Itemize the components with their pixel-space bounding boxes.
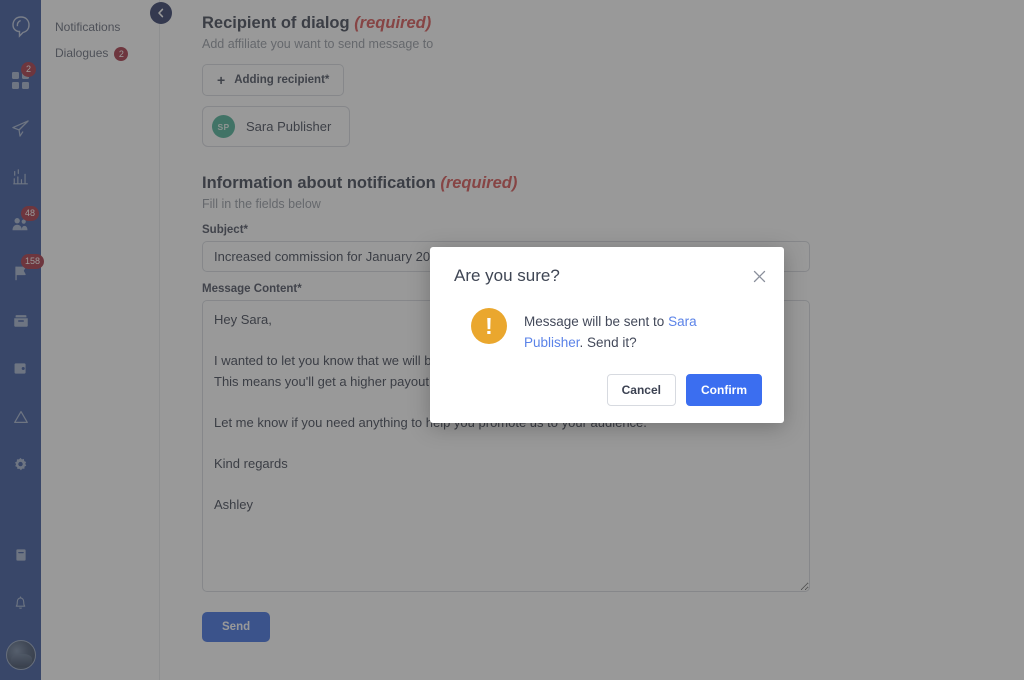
modal-message-suffix: . Send it? <box>579 335 637 350</box>
modal-body: ! Message will be sent to Sara Publisher… <box>454 308 762 353</box>
close-icon <box>753 270 765 282</box>
confirm-modal: Are you sure? ! Message will be sent to … <box>430 247 784 423</box>
exclamation-glyph: ! <box>485 312 493 339</box>
modal-cancel-button[interactable]: Cancel <box>606 374 676 406</box>
modal-close-button[interactable] <box>750 267 768 285</box>
modal-actions: Cancel Confirm <box>606 374 762 406</box>
app-root: 2 48 158 <box>0 0 1024 680</box>
modal-message: Message will be sent to Sara Publisher. … <box>524 308 752 353</box>
modal-confirm-button[interactable]: Confirm <box>686 374 762 406</box>
modal-title: Are you sure? <box>454 266 560 285</box>
exclamation-icon: ! <box>471 308 507 344</box>
modal-message-prefix: Message will be sent to <box>524 314 669 329</box>
